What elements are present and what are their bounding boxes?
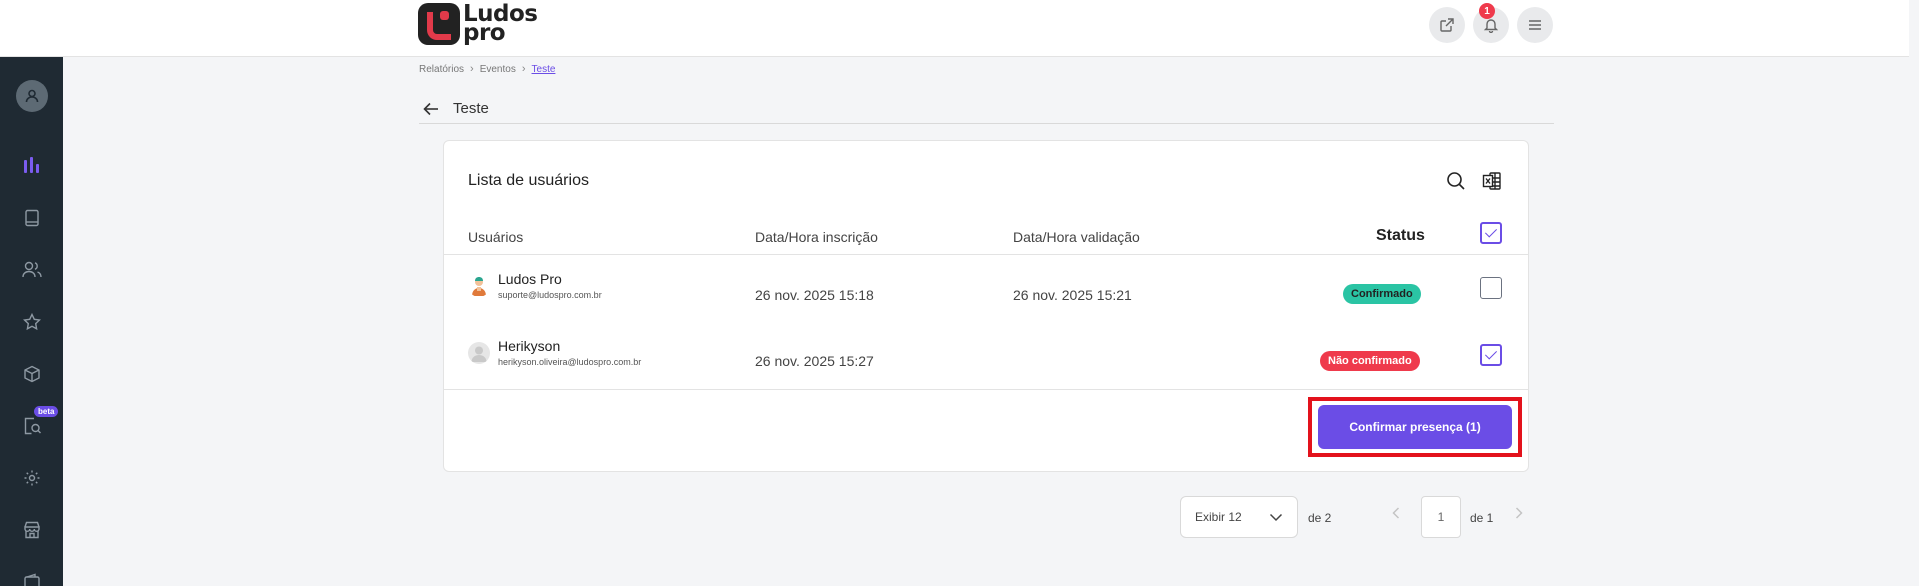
external-link-button[interactable]: [1429, 7, 1465, 43]
sidebar-item-products[interactable]: [0, 354, 63, 394]
chevron-left-icon: [1392, 507, 1400, 519]
sidebar-item-profile[interactable]: [0, 76, 63, 116]
breadcrumb-item-current[interactable]: Teste: [532, 64, 556, 75]
registered-datetime: 26 nov. 2025 15:18: [755, 287, 874, 303]
total-items-text: de 2: [1308, 511, 1332, 525]
column-header-registered: Data/Hora inscrição: [755, 229, 878, 245]
header-divider: [444, 254, 1528, 255]
current-page-input[interactable]: 1: [1421, 496, 1461, 538]
users-list-card: Lista de usuários Usuários Data/Hora ins…: [443, 140, 1529, 472]
users-icon: [21, 261, 42, 278]
row-checkbox[interactable]: [1480, 344, 1502, 366]
search-icon: [1447, 172, 1465, 190]
sidebar-item-reports[interactable]: [0, 145, 63, 185]
sidebar-item-users[interactable]: [0, 250, 63, 290]
next-page-button[interactable]: [1514, 506, 1524, 525]
bell-icon: [1483, 19, 1499, 33]
row-checkbox[interactable]: [1480, 277, 1502, 299]
notification-count-badge: 1: [1479, 3, 1495, 19]
chevron-down-icon: [1269, 513, 1283, 522]
sidebar: beta: [0, 57, 63, 586]
items-per-page-select[interactable]: Exibir 12: [1180, 496, 1298, 538]
user-avatar-icon: [15, 80, 48, 112]
user-name: Herikyson: [498, 338, 561, 354]
table-row-user: Ludos Pro suporte@ludospro.com.br: [468, 271, 602, 301]
back-button[interactable]: [419, 102, 443, 116]
chevron-right-icon: ›: [470, 63, 474, 75]
column-header-validated: Data/Hora validação: [1013, 229, 1140, 245]
column-header-status: Status: [1376, 227, 1425, 244]
arrow-left-icon: [423, 102, 438, 115]
items-per-page-value: Exibir 12: [1195, 510, 1242, 524]
top-header: Ludos pro 1: [0, 0, 1909, 57]
breadcrumb: Relatórios › Eventos › Teste: [419, 63, 555, 75]
total-pages-text: de 1: [1470, 511, 1494, 525]
card-tools: [1446, 171, 1502, 196]
bar-chart-icon: [23, 157, 39, 173]
sidebar-item-store[interactable]: [0, 510, 63, 550]
hamburger-menu-icon: [1529, 20, 1541, 30]
sidebar-item-audit[interactable]: beta: [0, 406, 63, 446]
beta-badge: beta: [34, 406, 59, 417]
status-badge: Confirmado: [1343, 284, 1421, 304]
user-email: suporte@ludospro.com.br: [498, 290, 602, 300]
menu-button[interactable]: [1517, 7, 1553, 43]
status-badge: Não confirmado: [1320, 351, 1420, 371]
book-icon: [24, 209, 39, 227]
sidebar-item-courses[interactable]: [0, 198, 63, 238]
sidebar-item-wallet[interactable]: [0, 562, 63, 586]
registered-datetime: 26 nov. 2025 15:27: [755, 353, 874, 369]
topbar-actions: 1: [1429, 3, 1553, 43]
page-title: Teste: [453, 100, 489, 117]
table-row-user: Herikyson herikyson.oliveira@ludospro.co…: [468, 338, 641, 368]
user-name: Ludos Pro: [498, 271, 562, 287]
confirm-presence-button[interactable]: Confirmar presença (1): [1318, 405, 1512, 449]
chevron-right-icon: [1515, 507, 1523, 519]
avatar: [468, 342, 490, 364]
logo-mark-icon: [418, 3, 460, 45]
breadcrumb-item-events[interactable]: Eventos: [480, 64, 516, 75]
notifications-button[interactable]: 1: [1473, 3, 1509, 43]
search-button[interactable]: [1446, 171, 1466, 196]
sidebar-item-settings[interactable]: [0, 458, 63, 498]
store-icon: [23, 521, 40, 539]
breadcrumb-item-reports[interactable]: Relatórios: [419, 64, 464, 75]
previous-page-button[interactable]: [1391, 506, 1401, 525]
column-header-users: Usuários: [468, 229, 524, 245]
external-link-icon: [1440, 18, 1454, 32]
star-icon: [22, 313, 41, 331]
excel-icon: [1482, 172, 1501, 190]
chevron-right-icon: ›: [521, 63, 526, 75]
footer-divider: [444, 389, 1528, 390]
export-excel-button[interactable]: [1482, 171, 1502, 196]
ludos-pro-logo[interactable]: Ludos pro: [418, 3, 538, 45]
box-icon: [23, 365, 40, 383]
user-email: herikyson.oliveira@ludospro.com.br: [498, 357, 642, 367]
sidebar-item-favorites[interactable]: [0, 302, 63, 342]
validated-datetime: 26 nov. 2025 15:21: [1013, 287, 1132, 303]
search-document-icon: [24, 417, 41, 435]
wallet-icon: [23, 573, 40, 586]
page-title-row: Teste: [419, 94, 1554, 124]
select-all-checkbox[interactable]: [1480, 222, 1502, 244]
card-title: Lista de usuários: [468, 172, 589, 189]
avatar: [468, 275, 490, 297]
gear-icon: [24, 470, 39, 486]
